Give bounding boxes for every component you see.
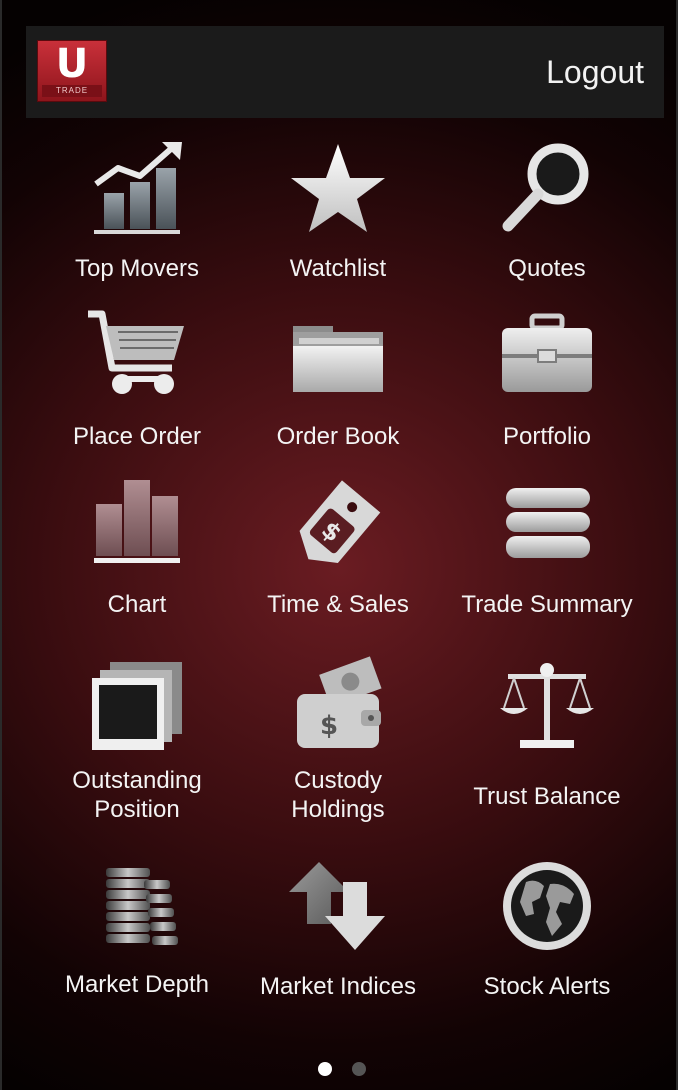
menu-item-quotes[interactable]: Quotes [442,138,652,288]
menu-item-label: Top Movers [74,255,200,282]
page-dot[interactable] [352,1062,366,1076]
menu-item-chart[interactable]: Chart [32,474,242,624]
shopping-cart-icon [88,310,184,394]
bar-chart-icon [94,480,180,563]
menu-item-stock-alerts[interactable]: Stock Alerts [442,858,652,1008]
menu-item-label: Outstanding Position [72,767,202,823]
menu-item-custody-holdings[interactable]: $ Custody Holdings [233,656,443,826]
menu-item-label: Stock Alerts [483,973,611,1000]
menu-grid: Top Movers Watchlist Quotes Place Order … [2,0,676,1090]
svg-text:$: $ [320,711,338,741]
menu-item-label: Place Order [72,423,202,450]
menu-item-top-movers[interactable]: Top Movers [32,138,242,288]
briefcase-icon [502,313,592,392]
page-dot-active[interactable] [318,1062,332,1076]
coin-stack-icon [106,868,178,945]
page-indicator [2,1062,676,1078]
up-down-arrows-icon [289,862,385,950]
menu-item-order-book[interactable]: Order Book [233,306,443,456]
app-screen: U TRADE Logout Top Movers Watchlist Quot… [0,0,678,1090]
menu-item-market-depth[interactable]: Market Depth [32,858,242,1008]
menu-item-trade-summary[interactable]: Trade Summary [442,474,652,624]
magnifier-icon [502,143,589,232]
menu-item-label: Quotes [508,255,586,282]
menu-item-label: Market Depth [64,971,210,998]
photo-stack-icon [92,662,182,750]
menu-item-label: Trade Summary [461,591,633,618]
star-icon [291,144,385,232]
folder-icon [293,326,383,392]
menu-item-outstanding-position[interactable]: Outstanding Position [32,656,242,826]
menu-item-trust-balance[interactable]: Trust Balance [442,656,652,826]
menu-item-place-order[interactable]: Place Order [32,306,242,456]
menu-item-label: Trust Balance [473,783,621,810]
menu-item-time-and-sales[interactable]: $ Time & Sales [233,474,443,624]
database-icon [506,488,590,558]
globe-icon [503,862,591,950]
menu-item-label: Watchlist [289,255,387,282]
menu-item-portfolio[interactable]: Portfolio [442,306,652,456]
menu-item-watchlist[interactable]: Watchlist [233,138,443,288]
wallet-icon: $ [297,656,382,748]
menu-item-label: Custody Holdings [291,767,385,823]
menu-item-label: Chart [107,591,167,618]
menu-item-label: Market Indices [259,973,417,1000]
price-tag-icon: $ [299,480,381,564]
menu-item-label: Portfolio [502,423,592,450]
menu-item-label: Order Book [276,423,400,450]
menu-item-label: Time & Sales [267,591,409,618]
scales-icon [500,663,594,748]
menu-item-market-indices[interactable]: Market Indices [233,858,443,1008]
rising-chart-icon [94,142,182,234]
